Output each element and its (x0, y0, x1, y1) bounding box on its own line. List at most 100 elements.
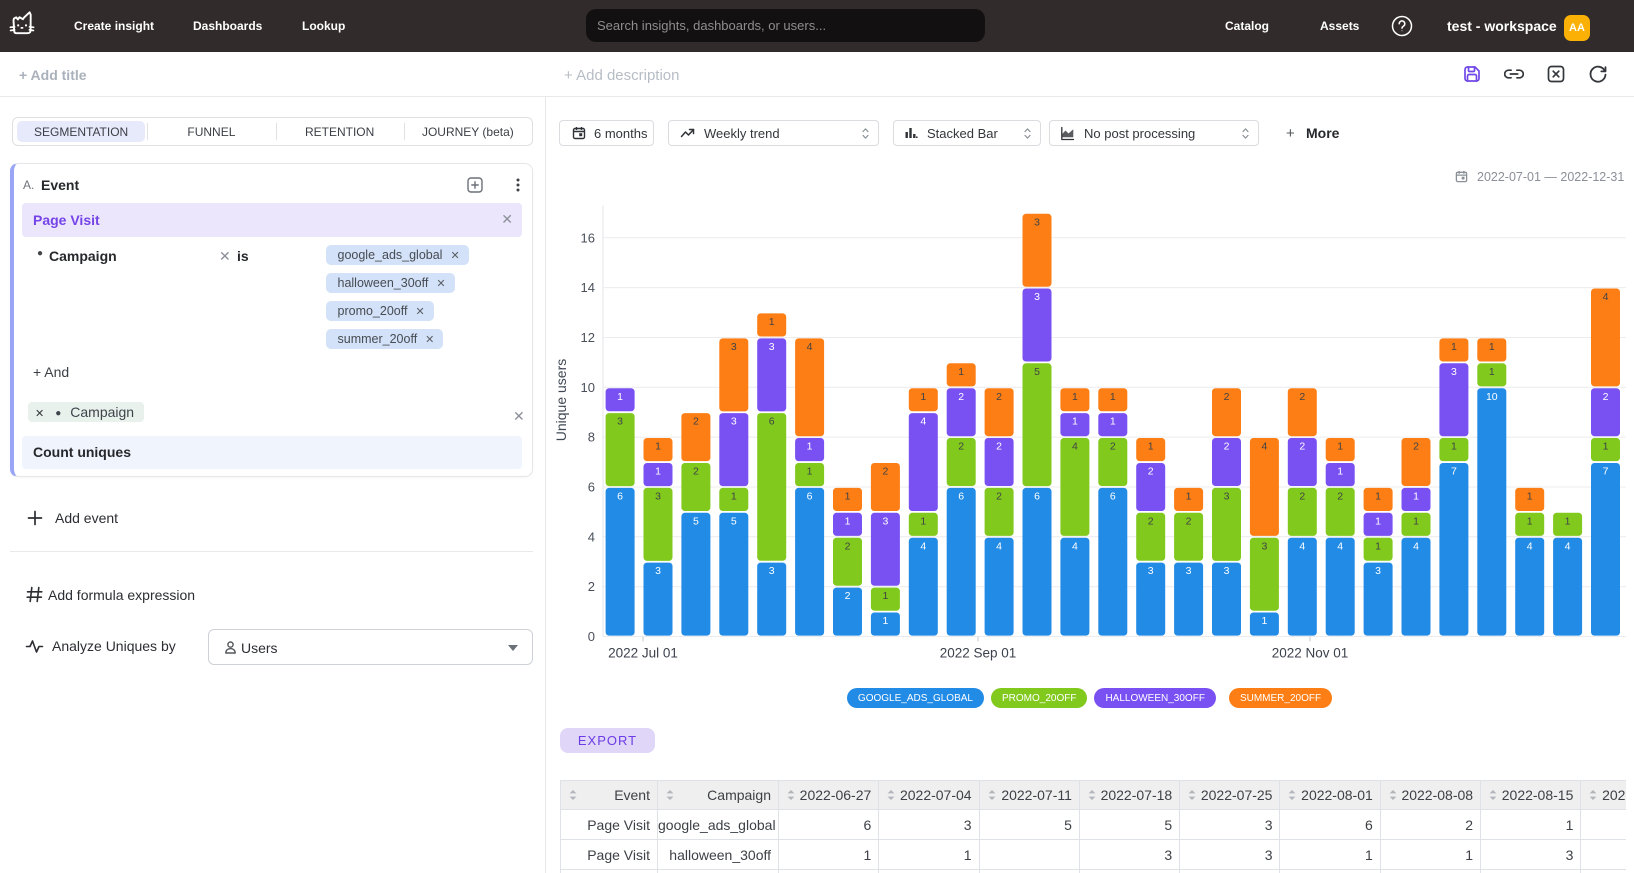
svg-text:1: 1 (807, 441, 813, 453)
svg-text:2: 2 (996, 391, 1002, 403)
svg-text:1: 1 (1527, 491, 1533, 503)
svg-text:1: 1 (920, 391, 926, 403)
svg-text:2: 2 (1603, 391, 1609, 403)
svg-text:2: 2 (693, 466, 699, 478)
svg-text:1: 1 (655, 441, 661, 453)
svg-text:1: 1 (1375, 540, 1381, 552)
svg-text:2: 2 (1299, 391, 1305, 403)
svg-text:2: 2 (1224, 391, 1230, 403)
svg-text:4: 4 (1413, 540, 1419, 552)
svg-text:Unique users: Unique users (553, 359, 569, 442)
svg-text:4: 4 (1527, 540, 1533, 552)
svg-text:4: 4 (1072, 441, 1078, 453)
svg-text:4: 4 (1603, 291, 1609, 303)
svg-text:2: 2 (693, 416, 699, 428)
svg-text:6: 6 (1034, 491, 1040, 503)
svg-text:2: 2 (1299, 441, 1305, 453)
svg-text:2: 2 (996, 441, 1002, 453)
svg-text:1: 1 (845, 515, 851, 527)
svg-text:1: 1 (1072, 416, 1078, 428)
svg-text:1: 1 (1375, 515, 1381, 527)
svg-text:2022 Sep 01: 2022 Sep 01 (940, 646, 1017, 661)
svg-text:3: 3 (1224, 491, 1230, 503)
svg-text:2: 2 (1110, 441, 1116, 453)
svg-text:0: 0 (588, 629, 595, 644)
svg-text:2022 Jul 01: 2022 Jul 01 (608, 646, 678, 661)
svg-text:4: 4 (588, 529, 595, 544)
svg-text:3: 3 (1034, 216, 1040, 228)
svg-text:2: 2 (1299, 491, 1305, 503)
svg-text:1: 1 (1337, 466, 1343, 478)
svg-text:7: 7 (1451, 466, 1457, 478)
svg-text:2: 2 (845, 540, 851, 552)
svg-text:1: 1 (882, 590, 888, 602)
svg-text:6: 6 (588, 480, 595, 495)
svg-text:1: 1 (769, 316, 775, 328)
svg-text:3: 3 (1261, 540, 1267, 552)
svg-text:6: 6 (958, 491, 964, 503)
svg-text:1: 1 (882, 615, 888, 627)
svg-text:6: 6 (769, 416, 775, 428)
svg-text:3: 3 (1034, 291, 1040, 303)
svg-text:5: 5 (693, 515, 699, 527)
svg-text:12: 12 (581, 330, 595, 345)
svg-text:3: 3 (655, 491, 661, 503)
svg-text:1: 1 (1451, 341, 1457, 353)
svg-text:2: 2 (1148, 466, 1154, 478)
svg-text:3: 3 (1451, 366, 1457, 378)
svg-text:2: 2 (1186, 515, 1192, 527)
svg-text:4: 4 (996, 540, 1002, 552)
svg-text:3: 3 (731, 341, 737, 353)
svg-text:1: 1 (1261, 615, 1267, 627)
svg-text:5: 5 (731, 515, 737, 527)
svg-text:1: 1 (1186, 491, 1192, 503)
svg-text:2: 2 (845, 590, 851, 602)
svg-text:6: 6 (617, 491, 623, 503)
svg-text:2: 2 (996, 491, 1002, 503)
svg-text:2: 2 (1413, 441, 1419, 453)
svg-text:1: 1 (807, 466, 813, 478)
svg-text:4: 4 (920, 416, 926, 428)
svg-text:14: 14 (581, 280, 595, 295)
svg-text:4: 4 (1299, 540, 1305, 552)
svg-text:16: 16 (581, 230, 595, 245)
svg-text:2: 2 (1224, 441, 1230, 453)
svg-text:1: 1 (617, 391, 623, 403)
svg-text:2: 2 (958, 391, 964, 403)
svg-text:1: 1 (731, 491, 737, 503)
svg-text:10: 10 (1486, 391, 1498, 403)
svg-text:1: 1 (1072, 391, 1078, 403)
svg-text:1: 1 (1110, 416, 1116, 428)
svg-text:1: 1 (1451, 441, 1457, 453)
svg-text:2: 2 (958, 441, 964, 453)
svg-text:2: 2 (588, 579, 595, 594)
svg-text:1: 1 (655, 466, 661, 478)
svg-text:4: 4 (1337, 540, 1343, 552)
svg-text:1: 1 (958, 366, 964, 378)
svg-text:7: 7 (1603, 466, 1609, 478)
svg-text:3: 3 (1375, 565, 1381, 577)
svg-text:3: 3 (1224, 565, 1230, 577)
svg-text:10: 10 (581, 380, 595, 395)
svg-text:2: 2 (1148, 515, 1154, 527)
svg-text:5: 5 (1034, 366, 1040, 378)
svg-text:4: 4 (1072, 540, 1078, 552)
svg-text:1: 1 (1337, 441, 1343, 453)
svg-text:1: 1 (845, 491, 851, 503)
svg-text:4: 4 (1565, 540, 1571, 552)
svg-text:1: 1 (1148, 441, 1154, 453)
svg-text:3: 3 (731, 416, 737, 428)
svg-text:6: 6 (807, 491, 813, 503)
svg-text:2: 2 (1337, 491, 1343, 503)
svg-text:1: 1 (1527, 515, 1533, 527)
svg-text:4: 4 (807, 341, 813, 353)
svg-text:1: 1 (1413, 491, 1419, 503)
svg-text:1: 1 (920, 515, 926, 527)
svg-text:2: 2 (882, 466, 888, 478)
svg-text:1: 1 (1110, 391, 1116, 403)
svg-text:3: 3 (769, 565, 775, 577)
svg-text:3: 3 (1148, 565, 1154, 577)
svg-text:1: 1 (1413, 515, 1419, 527)
svg-text:3: 3 (617, 416, 623, 428)
svg-text:1: 1 (1565, 515, 1571, 527)
